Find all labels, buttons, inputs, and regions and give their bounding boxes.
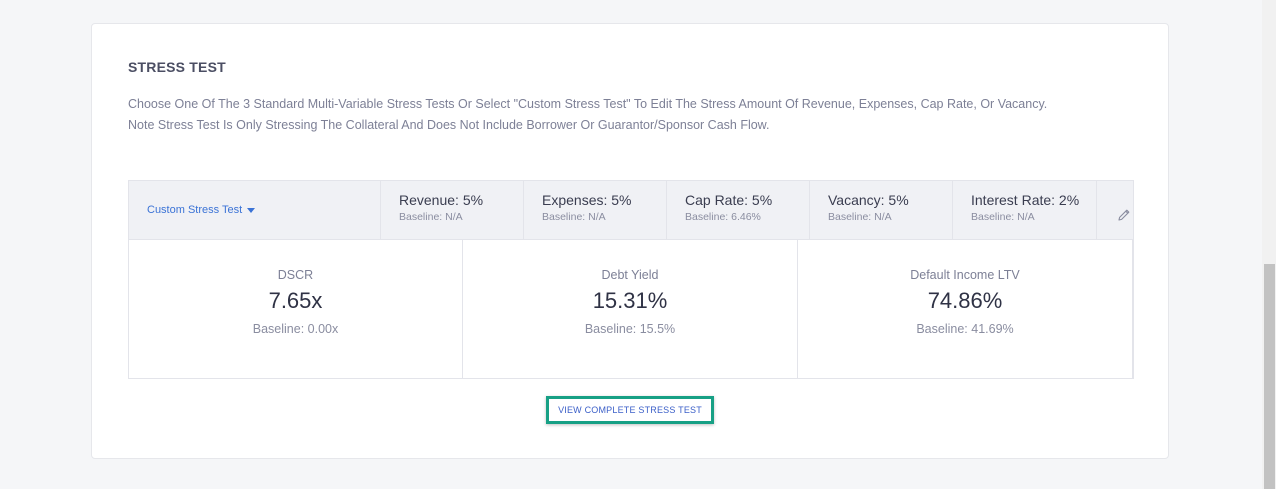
param-baseline: Baseline: N/A [971, 211, 1035, 223]
description-line-1: Choose One Of The 3 Standard Multi-Varia… [128, 97, 1048, 111]
param-baseline: Baseline: 6.46% [685, 211, 761, 223]
pencil-icon [1118, 209, 1130, 221]
metric-label: DSCR [277, 268, 314, 282]
param-label: Revenue: 5% [399, 192, 484, 208]
param-baseline: Baseline: N/A [542, 211, 606, 223]
param-expenses: Expenses: 5% Baseline: N/A [524, 181, 667, 239]
section-description: Choose One Of The 3 Standard Multi-Varia… [128, 94, 1047, 136]
param-label: Expenses: 5% [542, 192, 632, 208]
view-complete-stress-test-button[interactable]: VIEW COMPLETE STRESS TEST [546, 396, 714, 424]
param-label: Cap Rate: 5% [685, 192, 773, 208]
param-vacancy: Vacancy: 5% Baseline: N/A [810, 181, 953, 239]
metric-value: 74.86% [927, 288, 1003, 313]
metric-default-income-ltv: Default Income LTV 74.86% Baseline: 41.6… [798, 240, 1133, 379]
edit-stress-button[interactable] [1097, 181, 1133, 239]
metric-baseline: Baseline: 0.00x [252, 322, 339, 336]
stress-test-dropdown[interactable]: Custom Stress Test [129, 181, 381, 239]
stress-test-selected: Custom Stress Test [147, 204, 243, 216]
metrics-row: DSCR 7.65x Baseline: 0.00x Debt Yield 15… [129, 240, 1133, 379]
metric-baseline: Baseline: 41.69% [916, 322, 1014, 336]
page-scrollbar[interactable] [1262, 0, 1276, 489]
param-baseline: Baseline: N/A [828, 211, 892, 223]
metric-label: Default Income LTV [910, 268, 1020, 282]
stress-params-header: Custom Stress Test Revenue: 5% Baseline:… [129, 181, 1133, 240]
metric-dscr: DSCR 7.65x Baseline: 0.00x [129, 240, 463, 379]
param-cap-rate: Cap Rate: 5% Baseline: 6.46% [667, 181, 810, 239]
description-line-2: Note Stress Test Is Only Stressing The C… [128, 118, 770, 132]
param-label: Interest Rate: 2% [971, 192, 1080, 208]
metric-value: 7.65x [268, 288, 323, 313]
metric-debt-yield: Debt Yield 15.31% Baseline: 15.5% [463, 240, 798, 379]
metric-baseline: Baseline: 15.5% [584, 322, 676, 336]
metric-value: 15.31% [592, 288, 668, 313]
param-revenue: Revenue: 5% Baseline: N/A [381, 181, 524, 239]
page: STRESS TEST Choose One Of The 3 Standard… [0, 0, 1276, 489]
param-interest-rate: Interest Rate: 2% Baseline: N/A [953, 181, 1097, 239]
caret-down-icon [247, 207, 256, 213]
metric-label: Debt Yield [601, 268, 659, 282]
section-title: STRESS TEST [128, 59, 226, 75]
stress-test-card: STRESS TEST Choose One Of The 3 Standard… [91, 23, 1169, 459]
param-label: Vacancy: 5% [828, 192, 909, 208]
stress-test-table: Custom Stress Test Revenue: 5% Baseline:… [128, 180, 1134, 379]
param-baseline: Baseline: N/A [399, 211, 463, 223]
scrollbar-thumb[interactable] [1264, 264, 1275, 489]
